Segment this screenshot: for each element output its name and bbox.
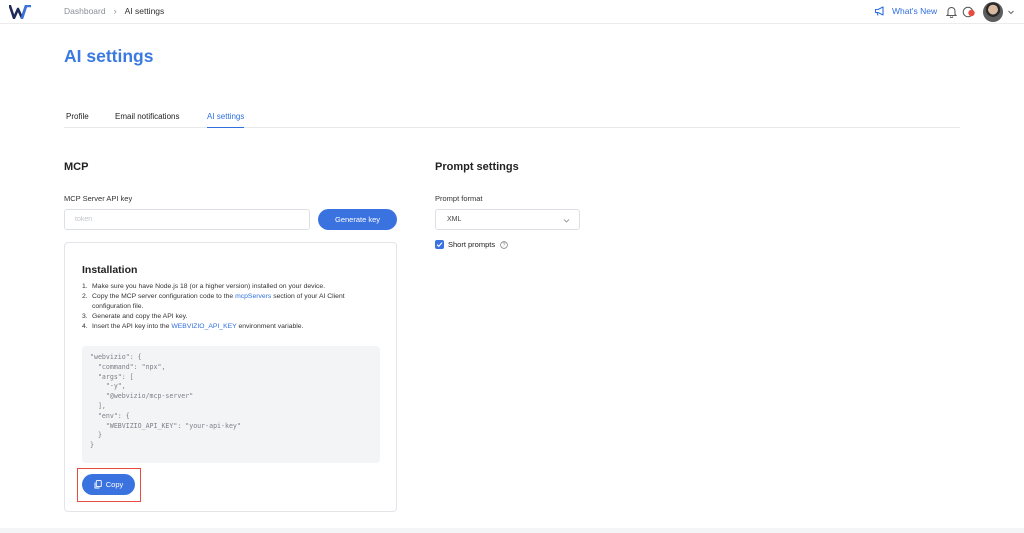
logo[interactable]: [9, 5, 31, 19]
whats-new-label: What's New: [892, 6, 938, 16]
breadcrumb-dashboard[interactable]: Dashboard: [64, 6, 106, 16]
list-item: 4. Insert the API key into the WEBVIZIO_…: [82, 323, 304, 330]
tab-ai-settings[interactable]: AI settings: [207, 112, 245, 128]
prompt-format-select[interactable]: XML: [435, 209, 580, 230]
copy-label: Copy: [105, 480, 124, 489]
list-item: 2. Copy the MCP server configuration cod…: [82, 293, 345, 310]
copy-button[interactable]: Copy: [82, 474, 135, 495]
megaphone-icon: [874, 6, 884, 16]
prompt-settings-title: Prompt settings: [435, 161, 519, 173]
config-code-block[interactable]: "webvizio": { "command": "npx", "args": …: [82, 346, 380, 463]
api-key-env-link[interactable]: WEBVIZIO_API_KEY: [171, 323, 236, 330]
settings-tabs: Profile Email notifications AI settings: [64, 106, 960, 128]
tab-email-notifications[interactable]: Email notifications: [115, 112, 179, 127]
page-title: AI settings: [64, 46, 154, 66]
installation-title: Installation: [82, 264, 138, 276]
page-bottom-divider: [0, 528, 1024, 533]
list-item: 1. Make sure you have Node.js 18 (or a h…: [82, 283, 326, 290]
breadcrumb: Dashboard › AI settings: [64, 6, 164, 16]
short-prompts-row: Short prompts ?: [435, 240, 508, 249]
bell-icon[interactable]: [946, 6, 957, 18]
api-key-label: MCP Server API key: [64, 194, 133, 203]
whats-new-button[interactable]: What's New: [874, 5, 937, 17]
prompt-format-label: Prompt format: [435, 194, 483, 203]
prompt-format-value: XML: [447, 216, 462, 223]
help-icon[interactable]: ?: [500, 240, 508, 249]
api-key-input[interactable]: [64, 209, 310, 230]
mcp-section-title: MCP: [64, 161, 89, 173]
short-prompts-label: Short prompts: [448, 240, 496, 249]
chevron-down-icon[interactable]: [1007, 8, 1015, 16]
installation-steps: 1. Make sure you have Node.js 18 (or a h…: [82, 282, 382, 332]
copy-icon: [94, 480, 102, 489]
tab-profile[interactable]: Profile: [66, 112, 89, 127]
short-prompts-checkbox[interactable]: [435, 240, 444, 249]
status-icon[interactable]: [962, 6, 976, 18]
top-bar: Dashboard › AI settings What's New: [0, 0, 1024, 24]
installation-card: Installation 1. Make sure you have Node.…: [64, 242, 397, 512]
generate-key-button[interactable]: Generate key: [318, 209, 397, 230]
breadcrumb-current: AI settings: [124, 6, 165, 16]
svg-text:?: ?: [503, 242, 506, 248]
chevron-right-icon: ›: [113, 6, 117, 16]
mcpservers-link[interactable]: mcpServers: [235, 293, 271, 300]
check-icon: [436, 242, 443, 248]
chevron-down-icon: [563, 219, 570, 223]
list-item: 3. Generate and copy the API key.: [82, 313, 188, 320]
avatar[interactable]: [983, 2, 1003, 22]
